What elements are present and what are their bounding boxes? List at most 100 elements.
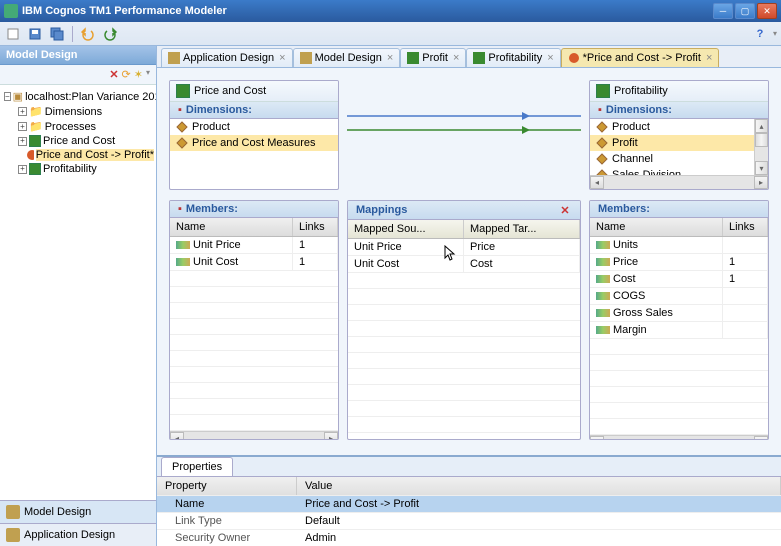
tree-item-price-and-cost[interactable]: +Price and Cost (18, 134, 154, 148)
dimension-icon (176, 137, 188, 149)
measure-icon (596, 241, 610, 249)
save-all-button[interactable] (48, 25, 66, 43)
col-links[interactable]: Links (293, 218, 338, 236)
tab-application-design[interactable]: Application Design× (161, 48, 293, 67)
tree-item-processes[interactable]: +📁Processes (18, 119, 154, 134)
tab-icon (168, 52, 180, 64)
col-mapped-target[interactable]: Mapped Tar... (464, 220, 580, 238)
expand-icon[interactable]: + (18, 165, 27, 174)
link-arrows (347, 80, 581, 190)
sidebar-tab-model[interactable]: Model Design (0, 500, 156, 523)
mappings-panel: Mappings✕ Mapped Sou... Mapped Tar... Un… (347, 200, 581, 440)
tab-profit[interactable]: Profit× (400, 48, 466, 67)
member-row[interactable]: Cost1 (590, 271, 768, 288)
col-property[interactable]: Property (157, 477, 297, 495)
tree-item-profitability[interactable]: +Profitability (18, 162, 154, 176)
col-name[interactable]: Name (170, 218, 293, 236)
model-tree[interactable]: −▣localhost:Plan Variance 2010 +📁Dimensi… (0, 85, 156, 500)
member-row[interactable]: Unit Cost1 (170, 254, 338, 271)
tree-root[interactable]: −▣localhost:Plan Variance 2010 (4, 89, 154, 104)
target-dim-profit[interactable]: Profit (590, 135, 754, 151)
expand-icon[interactable]: + (18, 137, 27, 146)
close-tab-icon[interactable]: × (279, 52, 285, 64)
dimension-icon (176, 121, 188, 133)
target-dim-sales[interactable]: Sales Division (590, 167, 754, 175)
properties-tab[interactable]: Properties (161, 457, 233, 476)
mapping-row[interactable]: Unit PricePrice (348, 239, 580, 256)
cube-icon (596, 84, 610, 98)
cube-icon (407, 52, 419, 64)
save-button[interactable] (26, 25, 44, 43)
close-tab-icon[interactable]: × (387, 52, 393, 64)
delete-icon[interactable]: ✕ (109, 68, 118, 81)
tree-item-dimensions[interactable]: +📁Dimensions (18, 104, 154, 119)
collapse-icon[interactable]: − (4, 92, 11, 101)
tab-profitability[interactable]: Profitability× (466, 48, 560, 67)
sidebar: Model Design ✕ ⟳ ✶ ▾ −▣localhost:Plan Va… (0, 46, 157, 546)
maximize-button[interactable]: ▢ (735, 3, 755, 19)
expand-icon[interactable]: + (18, 107, 27, 116)
undo-button[interactable] (79, 25, 97, 43)
refresh-icon[interactable]: ⟳ (122, 68, 131, 81)
target-members-panel: Members: Name Links Units Price1 Cost1 C… (589, 200, 769, 440)
dimension-icon (596, 153, 608, 165)
member-row[interactable]: Price1 (590, 254, 768, 271)
new-button[interactable] (4, 25, 22, 43)
close-button[interactable]: ✕ (757, 3, 777, 19)
tab-icon (300, 52, 312, 64)
window-titlebar: IBM Cognos TM1 Performance Modeler ─ ▢ ✕ (0, 0, 781, 22)
main-toolbar: ? ▾ (0, 22, 781, 46)
target-cube-title: Profitability (614, 85, 668, 97)
folder-icon: 📁 (29, 105, 43, 118)
help-button[interactable]: ? (751, 25, 769, 43)
mapping-row[interactable]: Unit CostCost (348, 256, 580, 273)
minimize-button[interactable]: ─ (713, 3, 733, 19)
target-dim-product[interactable]: Product (590, 119, 754, 135)
measure-icon (596, 275, 610, 283)
dimensions-label: Dimensions: (606, 104, 672, 116)
close-tab-icon[interactable]: × (706, 52, 712, 64)
measure-icon (596, 309, 610, 317)
member-row[interactable]: Gross Sales (590, 305, 768, 322)
property-row-linktype[interactable]: Link TypeDefault (157, 512, 781, 529)
redo-button[interactable] (101, 25, 119, 43)
sidebar-tab-application[interactable]: Application Design (0, 523, 156, 546)
expand-icon[interactable]: + (18, 122, 27, 131)
properties-panel: Properties Property Value NamePrice and … (157, 455, 781, 546)
cube-icon (29, 135, 41, 147)
source-members-hscroll[interactable]: ◂▸ (170, 431, 338, 440)
member-row[interactable]: Unit Price1 (170, 237, 338, 254)
member-row[interactable]: Units (590, 237, 768, 254)
member-row[interactable]: COGS (590, 288, 768, 305)
tree-item-link[interactable]: Price and Cost -> Profit* (18, 148, 154, 162)
mappings-close-icon[interactable]: ✕ (558, 203, 572, 217)
measure-icon (176, 241, 190, 249)
close-tab-icon[interactable]: × (547, 52, 553, 64)
cube-icon (176, 84, 190, 98)
close-tab-icon[interactable]: × (453, 52, 459, 64)
link-icon (568, 52, 580, 64)
tab-link-editor[interactable]: *Price and Cost -> Profit× (561, 48, 720, 67)
folder-icon: 📁 (29, 120, 43, 133)
source-dim-product[interactable]: Product (170, 119, 338, 135)
target-members-hscroll[interactable]: ◂▸ (590, 435, 768, 440)
link-icon (26, 149, 34, 161)
measure-icon (596, 326, 610, 334)
target-dims-scrollbar[interactable]: ▴▾ (754, 119, 768, 175)
app-icon (6, 528, 20, 542)
col-value[interactable]: Value (297, 477, 781, 495)
property-row-name[interactable]: NamePrice and Cost -> Profit (157, 495, 781, 512)
dimension-icon (596, 121, 608, 133)
target-dim-channel[interactable]: Channel (590, 151, 754, 167)
tab-model-design[interactable]: Model Design× (293, 48, 401, 67)
new-icon[interactable]: ✶ (134, 68, 143, 81)
col-name[interactable]: Name (590, 218, 723, 236)
property-row-owner[interactable]: Security OwnerAdmin (157, 529, 781, 546)
measure-icon (176, 258, 190, 266)
target-dims-hscroll[interactable]: ◂▸ (590, 175, 768, 189)
col-mapped-source[interactable]: Mapped Sou... (348, 220, 464, 238)
member-row[interactable]: Margin (590, 322, 768, 339)
source-dim-measures[interactable]: Price and Cost Measures (170, 135, 338, 151)
col-links[interactable]: Links (723, 218, 768, 236)
dimensions-label: Dimensions: (186, 104, 252, 116)
